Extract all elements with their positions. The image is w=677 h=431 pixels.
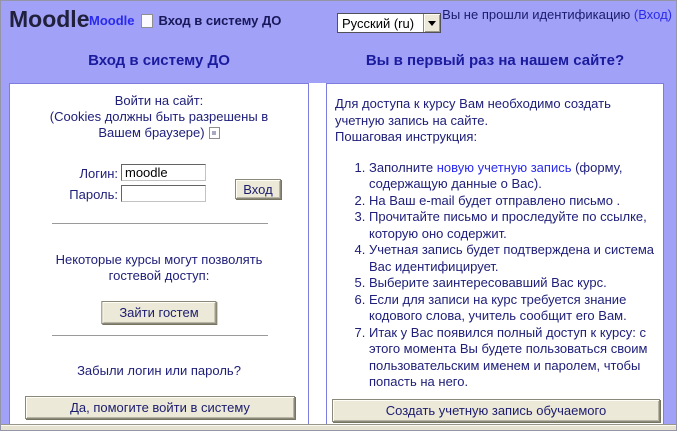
- login-panel: Войти на сайт: (Cookies должны быть разр…: [9, 83, 309, 425]
- login-button[interactable]: Вход: [235, 179, 281, 199]
- divider: [52, 223, 268, 224]
- divider: [52, 335, 268, 336]
- guest-login-button[interactable]: Зайти гостем: [101, 301, 217, 324]
- signup-panel: Для доступа к курсу Вам необходимо созда…: [326, 83, 664, 425]
- step-text: Прочитайте письмо и проследуйте по ссылк…: [369, 209, 647, 241]
- guest-access-text: Некоторые курсы могут позволять гостевой…: [10, 252, 308, 284]
- signup-steps: Заполните новую учетную запись (форму, с…: [327, 160, 657, 391]
- step-item: Если для записи на курс требуется знание…: [369, 292, 657, 325]
- username-label: Логин:: [79, 166, 118, 181]
- step-item: Заполните новую учетную запись (форму, с…: [369, 160, 657, 193]
- step-text: Если для записи на курс требуется знание…: [369, 291, 627, 324]
- login-link[interactable]: (Вход): [634, 7, 672, 22]
- breadcrumb-home-link[interactable]: Moodle: [89, 13, 135, 28]
- dropdown-button[interactable]: [423, 14, 440, 32]
- language-select-value: Русский (ru): [342, 16, 415, 31]
- breadcrumb-current: Вход в систему ДО: [158, 13, 282, 28]
- auth-status: Вы не прошли идентификацию (Вход): [442, 7, 672, 22]
- signup-intro: Для доступа к курсу Вам необходимо созда…: [335, 96, 657, 146]
- moodle-login-page: Moodle Moodle Вход в систему ДО Русский …: [0, 0, 677, 431]
- step-item: Прочитайте письмо и проследуйте по ссылк…: [369, 209, 657, 242]
- signup-heading: Вы в первый раз на нашем сайте?: [365, 52, 625, 69]
- step-text: Итак у Вас появился полный доступ к курс…: [369, 324, 648, 390]
- login-intro: Войти на сайт: (Cookies должны быть разр…: [10, 93, 308, 141]
- step-item: На Ваш e-mail будет отправлено письмо .: [369, 193, 657, 210]
- step-text: Учетная запись будет подтверждена и сист…: [369, 242, 655, 274]
- step-text: Выберите заинтересовавший Вас курс.: [369, 275, 607, 290]
- login-heading: Вход в систему ДО: [88, 52, 230, 69]
- step-item: Итак у Вас появился полный доступ к курс…: [369, 325, 657, 391]
- create-account-button[interactable]: Создать учетную запись обучаемого: [332, 399, 660, 422]
- step-text: Заполните: [369, 159, 437, 175]
- step-item: Учетная запись будет подтверждена и сист…: [369, 242, 657, 275]
- guest-text-line2: гостевой доступ:: [108, 268, 210, 283]
- signup-intro-text: Для доступа к курсу Вам необходимо созда…: [335, 96, 611, 128]
- help-icon[interactable]: [208, 127, 220, 139]
- bottom-strip: [1, 424, 676, 430]
- forgot-password-button[interactable]: Да, помогите войти в систему: [25, 396, 295, 419]
- login-intro-line1: Войти на сайт:: [114, 93, 204, 108]
- broken-image-icon: [140, 13, 153, 28]
- login-intro-line2: (Cookies должны быть разрешены в: [49, 109, 269, 124]
- login-intro-line3: Вашем браузере): [98, 125, 205, 140]
- forgot-password-text: Забыли логин или пароль?: [77, 363, 241, 378]
- password-label: Пароль:: [69, 187, 118, 202]
- site-logo: Moodle: [9, 6, 90, 32]
- new-account-link[interactable]: новую учетную запись: [437, 160, 572, 175]
- signup-intro-text2: Пошаговая инструкция:: [335, 129, 478, 144]
- step-text: На Ваш e-mail будет отправлено письмо .: [369, 192, 621, 208]
- auth-status-text: Вы не прошли идентификацию: [442, 7, 634, 22]
- chevron-down-icon: [428, 20, 436, 26]
- breadcrumb: Moodle Вход в систему ДО: [89, 13, 281, 28]
- guest-text-line1: Некоторые курсы могут позволять: [55, 252, 263, 267]
- password-input[interactable]: [121, 185, 206, 202]
- language-select[interactable]: Русский (ru): [337, 13, 441, 33]
- username-input[interactable]: [121, 164, 206, 181]
- step-item: Выберите заинтересовавший Вас курс.: [369, 275, 657, 292]
